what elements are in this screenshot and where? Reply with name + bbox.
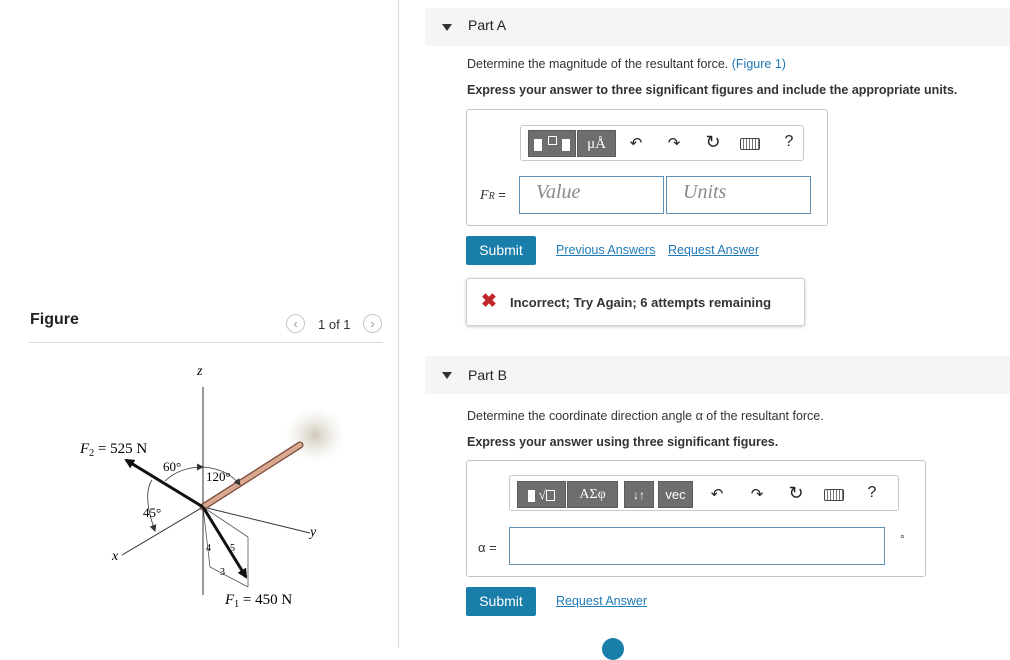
undo-icon[interactable]: ↶ <box>627 134 645 152</box>
fr-variable-label: FR = <box>480 187 506 203</box>
part-b-submit-button[interactable]: Submit <box>466 587 536 616</box>
value-input[interactable]: Value <box>519 176 664 214</box>
greek-button[interactable]: ΑΣφ <box>567 481 618 508</box>
collapse-triangle-icon <box>442 24 452 31</box>
units-button[interactable]: μÅ <box>577 130 616 157</box>
feedback-text: Incorrect; Try Again; 6 attempts remaini… <box>510 295 772 310</box>
incorrect-x-icon: ✖ <box>481 291 497 312</box>
partial-status-icon <box>602 638 624 660</box>
light-glow <box>285 407 345 463</box>
part-b-instruction: Express your answer using three signific… <box>467 435 779 449</box>
part-b-request-answer-link[interactable]: Request Answer <box>556 594 647 608</box>
x-axis-line <box>121 506 204 556</box>
sort-button[interactable]: ↓↑ <box>624 481 654 508</box>
reset-icon[interactable]: ↻ <box>703 132 723 153</box>
help-icon[interactable]: ? <box>865 484 879 502</box>
keyboard-icon[interactable] <box>824 489 844 501</box>
force-diagram: z y x F2 = 525 N F1 = 450 N 60° 120° 45°… <box>79 364 345 610</box>
part-b-header[interactable]: Part B <box>425 356 1010 394</box>
part-a-prompt: Determine the magnitude of the resultant… <box>467 57 786 71</box>
undo-icon[interactable]: ↶ <box>708 485 726 503</box>
redo-icon[interactable]: ↷ <box>665 134 683 152</box>
figure-separator <box>28 342 383 343</box>
figure-pager: 1 of 1 <box>318 317 351 332</box>
next-figure-button[interactable]: › <box>363 314 382 333</box>
collapse-triangle-icon <box>442 372 452 379</box>
slope-5-label: 5 <box>230 543 235 554</box>
keyboard-icon[interactable] <box>740 138 760 150</box>
figure-title: Figure <box>30 311 79 328</box>
f2-label: F2 = 525 N <box>79 441 147 459</box>
y-axis-label: y <box>308 525 317 540</box>
f1-guide-diag <box>202 506 249 538</box>
part-a-label: Part A <box>468 17 507 33</box>
previous-figure-button[interactable]: ‹ <box>286 314 305 333</box>
chevron-right-icon: › <box>370 316 375 331</box>
alpha-variable-label: α = <box>478 540 497 555</box>
templates-sqrt-icon: √ <box>528 487 555 503</box>
redo-icon[interactable]: ↷ <box>748 485 766 503</box>
part-a-request-answer-link[interactable]: Request Answer <box>668 243 759 257</box>
help-icon[interactable]: ? <box>782 133 796 151</box>
units-input[interactable]: Units <box>666 176 811 214</box>
angle-60-label: 60° <box>163 459 181 474</box>
f1-label: F1 = 450 N <box>224 592 292 610</box>
feedback-box: ✖ Incorrect; Try Again; 6 attempts remai… <box>466 278 805 326</box>
previous-answers-link[interactable]: Previous Answers <box>556 243 655 257</box>
part-a-submit-button[interactable]: Submit <box>466 236 536 265</box>
vec-button[interactable]: vec <box>658 481 693 508</box>
part-b-label: Part B <box>468 367 507 383</box>
chevron-left-icon: ‹ <box>293 316 298 331</box>
slope-3-label: 3 <box>220 567 225 578</box>
alpha-answer-input[interactable] <box>509 527 885 565</box>
part-a-prompt-text: Determine the magnitude of the resultant… <box>467 57 729 71</box>
angle-120-label: 120° <box>206 469 231 484</box>
templates-icon <box>533 136 571 151</box>
figure-link[interactable]: (Figure 1) <box>732 57 786 71</box>
part-b-prompt: Determine the coordinate direction angle… <box>467 409 824 423</box>
reset-icon[interactable]: ↻ <box>786 483 806 504</box>
slope-4-label: 4 <box>206 543 211 554</box>
angle-45-label: 45° <box>143 505 161 520</box>
degree-unit-label: ° <box>900 532 905 546</box>
x-axis-label: x <box>111 549 119 564</box>
panel-divider <box>398 0 399 648</box>
part-a-header[interactable]: Part A <box>425 8 1010 46</box>
templates-sqrt-button[interactable]: √ <box>517 481 566 508</box>
templates-button[interactable] <box>528 130 576 157</box>
part-a-instruction: Express your answer to three significant… <box>467 83 958 97</box>
z-axis-label: z <box>196 364 203 379</box>
y-axis-line <box>202 506 311 534</box>
